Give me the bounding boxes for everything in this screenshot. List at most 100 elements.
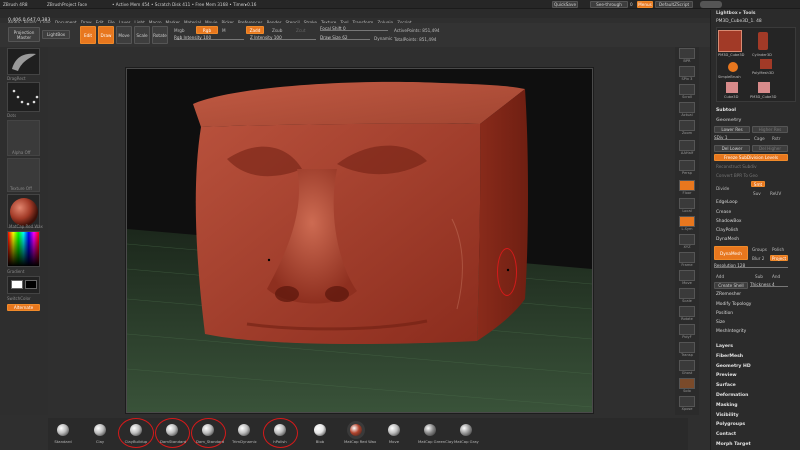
dynamesh-cube-face-sculpt[interactable]	[127, 69, 592, 412]
color-picker[interactable]	[7, 231, 40, 267]
higher-res-button[interactable]: Higher Res	[752, 126, 788, 133]
groups-toggle[interactable]: Groups	[752, 247, 767, 252]
smt-toggle[interactable]: Smt	[751, 181, 765, 187]
brush-matcap-greenclay-icon[interactable]	[424, 424, 436, 436]
tray-section-preview[interactable]: Preview	[716, 373, 737, 378]
shelf-floor-button[interactable]	[679, 180, 695, 191]
resolution-slider[interactable]: Resolution 128	[714, 263, 788, 268]
shelf-ghost-button[interactable]	[679, 360, 695, 371]
shelf-zoom-button[interactable]	[679, 120, 695, 131]
focal-shift-slider[interactable]: Focal Shift 0	[320, 26, 388, 31]
move-button[interactable]: Move	[116, 26, 132, 44]
secondary-color-swatch[interactable]	[25, 280, 37, 289]
lightbox-tools-button[interactable]: Lightbox ▸ Tools	[716, 11, 756, 16]
position-section[interactable]: Position	[716, 311, 733, 316]
lower-res-button[interactable]: Lower Res	[714, 126, 750, 133]
dynamic-toggle[interactable]: Dynamic	[374, 36, 392, 41]
tray-section-deformation[interactable]: Deformation	[716, 393, 748, 398]
menus-button[interactable]: Menus	[637, 1, 653, 8]
shadowbox-section[interactable]: ShadowBox	[716, 219, 742, 224]
main-color-swatch[interactable]	[11, 280, 23, 289]
edgeloop-section[interactable]: EdgeLoop	[716, 200, 738, 205]
see-through-slider[interactable]: See-through	[590, 1, 628, 8]
switchcolor-button[interactable]: SwitchColor	[7, 296, 31, 301]
tray-section-geometry-hd[interactable]: Geometry HD	[716, 364, 751, 369]
brush-claybuildup-icon[interactable]	[130, 424, 142, 436]
subtool-section[interactable]: Subtool	[716, 108, 736, 113]
reconstruct-subdiv-button[interactable]: Reconstruct Subdiv	[716, 164, 757, 169]
brush-clay-icon[interactable]	[94, 424, 106, 436]
shelf-local-button[interactable]	[679, 198, 695, 209]
shelf-persp-button[interactable]	[679, 160, 695, 171]
default-zscript-button[interactable]: DefaultZScript	[655, 1, 693, 8]
shelf-xpose-button[interactable]	[679, 396, 695, 407]
scale-button[interactable]: Scale	[134, 26, 150, 44]
shelf-aahalf-button[interactable]	[679, 140, 695, 151]
polish-toggle[interactable]: Polish	[772, 247, 784, 252]
reuv-button[interactable]: ReUV	[770, 191, 781, 196]
brush-matcap-red-wax-icon[interactable]	[350, 424, 362, 436]
sub-button[interactable]: Sub	[755, 274, 763, 279]
shelf-transp-button[interactable]	[679, 342, 695, 353]
pm3d-cube-tool-icon[interactable]	[758, 82, 770, 93]
divide-button[interactable]: Divide	[716, 186, 729, 191]
rgb-intensity-slider[interactable]: Rgb Intensity 100	[174, 35, 244, 40]
rgb-toggle[interactable]: Rgb	[196, 26, 218, 34]
thickness-slider[interactable]: Thickness 4	[750, 282, 788, 287]
tray-section-layers[interactable]: Layers	[716, 344, 733, 349]
cage-button[interactable]: Cage	[754, 136, 765, 141]
crease-section[interactable]: Crease	[716, 210, 731, 215]
shelf-xyz-button[interactable]	[679, 234, 695, 245]
shelf-l-sym-button[interactable]	[679, 216, 695, 227]
shelf-move-button[interactable]	[679, 270, 695, 281]
color-swatches[interactable]	[7, 276, 40, 294]
freeze-subdivision-button[interactable]: Freeze SubDivision Levels	[714, 154, 788, 161]
sdiv-slider[interactable]: SDiv 1	[714, 135, 750, 140]
window-controls[interactable]	[700, 1, 722, 8]
shelf-polyf-button[interactable]	[679, 324, 695, 335]
tray-section-surface[interactable]: Surface	[716, 383, 736, 388]
blur-slider[interactable]: Blur 2	[752, 256, 764, 261]
3d-viewport[interactable]	[127, 69, 592, 412]
shelf-frame-button[interactable]	[679, 252, 695, 263]
gradient-label[interactable]: Gradient	[7, 269, 24, 274]
m-toggle[interactable]: M	[222, 28, 226, 33]
cube-tool-icon[interactable]	[726, 82, 738, 93]
draw-size-slider[interactable]: Draw Size 62	[320, 35, 370, 40]
stroke-thumbnail[interactable]	[7, 82, 40, 112]
alternate-button[interactable]: Alternate	[7, 304, 40, 311]
brush-thumbnail[interactable]	[7, 48, 40, 75]
mrgb-toggle[interactable]: Mrgb	[174, 28, 185, 33]
material-thumbnail[interactable]	[7, 194, 40, 228]
project-toggle[interactable]: Project	[770, 255, 788, 261]
lightbox-button[interactable]: LightBox	[42, 30, 70, 39]
modify-topology-section[interactable]: Modify Topology	[716, 302, 751, 307]
brush-trimdynamic-icon[interactable]	[238, 424, 250, 436]
suv-toggle[interactable]: Suv	[753, 191, 761, 196]
zremesher-section[interactable]: ZRemesher	[716, 292, 741, 297]
cylinder-tool-icon[interactable]	[758, 32, 768, 50]
claypolish-section[interactable]: ClayPolish	[716, 228, 738, 233]
brush-damstandard-icon[interactable]	[166, 424, 178, 436]
tray-section-masking[interactable]: Masking	[716, 403, 738, 408]
shelf-scroll-button[interactable]	[679, 84, 695, 95]
draw-button[interactable]: Draw	[98, 26, 114, 44]
brush-standard-icon[interactable]	[57, 424, 69, 436]
meshintegrity-section[interactable]: MeshIntegrity	[716, 329, 746, 334]
tray-section-fibermesh[interactable]: FiberMesh	[716, 354, 743, 359]
brush-dam-standard-icon[interactable]	[202, 424, 214, 436]
create-shell-button[interactable]: Create Shell	[714, 282, 748, 289]
zadd-button[interactable]: Zadd	[246, 26, 264, 34]
tool-slot-active[interactable]	[718, 30, 742, 52]
size-section[interactable]: Size	[716, 320, 725, 325]
dynamesh-section[interactable]: DynaMesh	[716, 237, 739, 242]
zcut-button[interactable]: Zcut	[296, 28, 305, 33]
add-button[interactable]: Add	[716, 274, 724, 279]
del-lower-button[interactable]: Del Lower	[714, 145, 750, 152]
shelf-spix-3-button[interactable]	[679, 66, 695, 77]
rstr-button[interactable]: Rstr	[772, 136, 780, 141]
del-higher-button[interactable]: Del Higher	[752, 145, 788, 152]
zsub-button[interactable]: Zsub	[272, 28, 282, 33]
edit-button[interactable]: Edit	[80, 26, 96, 44]
projection-master-button[interactable]: Projection Master	[8, 27, 40, 42]
